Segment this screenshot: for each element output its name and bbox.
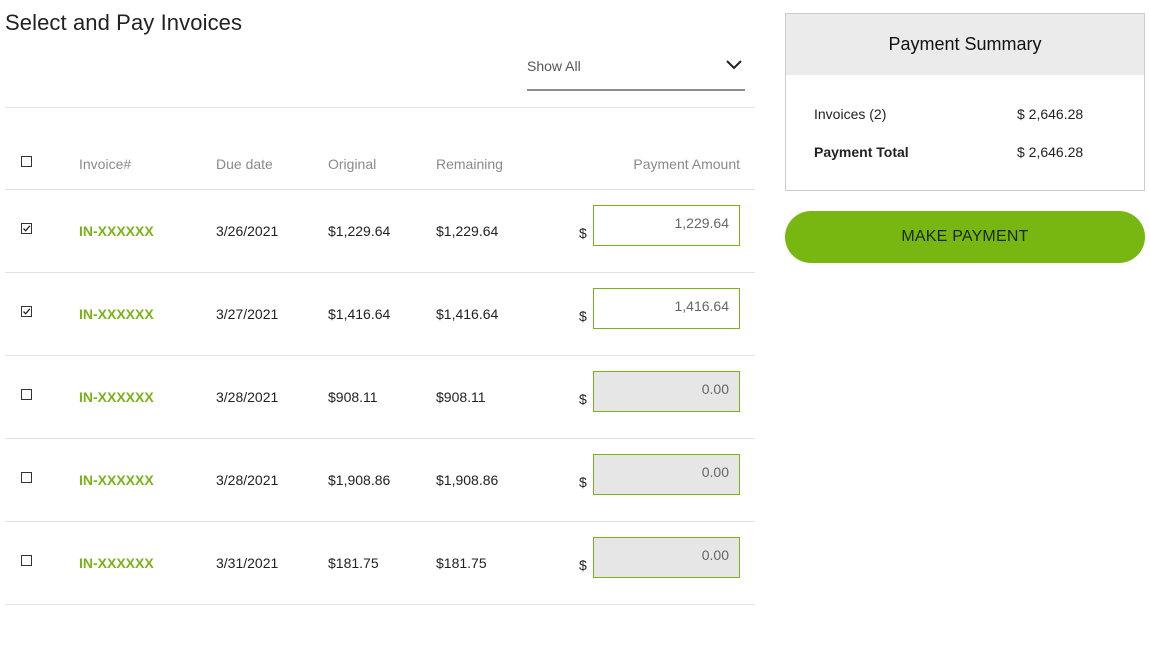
row-checkbox[interactable] [21,472,32,483]
row-checkbox[interactable] [21,389,32,400]
check-icon [23,225,31,232]
payment-amount-input[interactable]: 0.00 [593,371,740,412]
table-row: IN-XXXXXX 3/31/2021 $181.75 $181.75 $0.00 [5,522,755,605]
check-icon [23,308,31,315]
summary-total-value: $ 2,646.28 [1017,144,1084,160]
table-header-row: Invoice# Due date Original Remaining Pay… [5,108,755,190]
invoice-table: Invoice# Due date Original Remaining Pay… [5,108,755,605]
remaining-amount: $1,908.86 [436,472,499,488]
original-amount: $181.75 [328,555,379,571]
currency-symbol: $ [579,308,587,324]
invoice-link[interactable]: IN-XXXXXX [79,555,154,571]
table-row: IN-XXXXXX 3/27/2021 $1,416.64 $1,416.64 $1,4… [5,273,755,356]
chevron-down-icon [726,60,742,70]
currency-symbol: $ [579,557,587,573]
original-amount: $908.11 [328,389,378,405]
filter-selected-value: Show All [527,58,581,74]
original-amount: $1,416.64 [328,306,391,322]
payment-summary-panel: Payment Summary Invoices (2) $ 2,646.28 … [785,13,1145,191]
due-date: 3/28/2021 [216,472,279,488]
remaining-amount: $181.75 [436,555,487,571]
select-all-checkbox[interactable] [21,156,32,167]
currency-symbol: $ [579,391,587,407]
table-row: IN-XXXXXX 3/28/2021 $908.11 $908.11 $0.00 [5,356,755,439]
payment-amount-input[interactable]: 1,229.64 [593,205,740,246]
currency-symbol: $ [579,474,587,490]
payment-amount-input[interactable]: 0.00 [593,454,740,495]
invoice-link[interactable]: IN-XXXXXX [79,389,154,405]
row-checkbox[interactable] [21,555,32,566]
summary-invoices-value: $ 2,646.28 [1017,106,1084,122]
payment-amount-input[interactable]: 1,416.64 [593,288,740,329]
show-filter-dropdown[interactable]: Show All [527,50,745,91]
invoice-link[interactable]: IN-XXXXXX [79,306,154,322]
header-original: Original [328,156,377,172]
remaining-amount: $908.11 [436,389,486,405]
invoice-link[interactable]: IN-XXXXXX [79,223,154,239]
currency-symbol: $ [579,225,587,241]
header-due-date: Due date [216,156,273,172]
summary-title: Payment Summary [786,14,1144,75]
header-remaining: Remaining [436,156,503,172]
page-title: Select and Pay Invoices [5,10,243,35]
due-date: 3/31/2021 [216,555,279,571]
original-amount: $1,908.86 [328,472,391,488]
invoice-payment-page: Select and Pay Invoices Show All Invoice… [0,0,1150,647]
due-date: 3/27/2021 [216,306,279,322]
header-invoice: Invoice# [79,156,132,172]
payment-amount-input[interactable]: 0.00 [593,537,740,578]
remaining-amount: $1,229.64 [436,223,499,239]
remaining-amount: $1,416.64 [436,306,499,322]
original-amount: $1,229.64 [328,223,391,239]
make-payment-button[interactable]: MAKE PAYMENT [785,211,1145,263]
row-checkbox[interactable] [21,223,32,234]
table-row: IN-XXXXXX 3/26/2021 $1,229.64 $1,229.64 $1,2… [5,190,755,273]
table-row: IN-XXXXXX 3/28/2021 $1,908.86 $1,908.86 $0.0… [5,439,755,522]
header-payment-amount: Payment Amount [633,156,740,172]
row-checkbox[interactable] [21,306,32,317]
summary-invoices-label: Invoices (2) [814,106,887,122]
due-date: 3/26/2021 [216,223,279,239]
due-date: 3/28/2021 [216,389,279,405]
invoice-link[interactable]: IN-XXXXXX [79,472,154,488]
summary-total-label: Payment Total [814,144,909,160]
